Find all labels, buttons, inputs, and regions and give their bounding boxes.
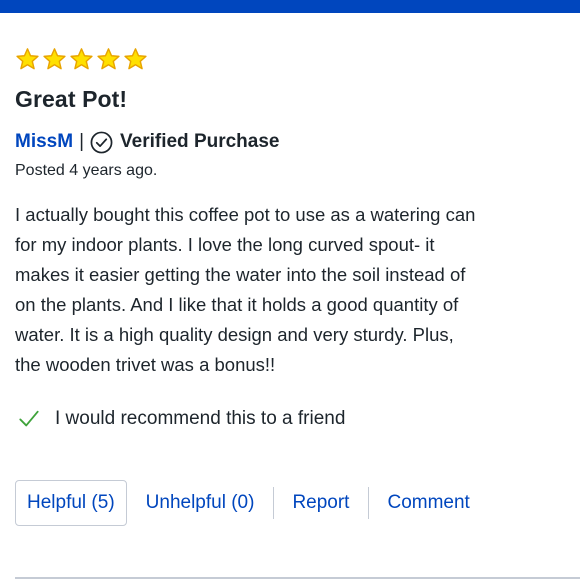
brand-top-bar: [0, 0, 580, 13]
review-title: Great Pot!: [15, 86, 128, 112]
review-body-line: water. It is a high quality design and v…: [15, 324, 454, 345]
review-actions: Helpful (5) Unhelpful (0) Report Comment: [15, 480, 470, 526]
recommend-text: I would recommend this to a friend: [55, 408, 346, 429]
comment-button[interactable]: Comment: [387, 492, 469, 514]
review-body-line: I actually bought this coffee pot to use…: [15, 204, 476, 225]
star-icon: [97, 48, 120, 70]
action-divider: [273, 487, 275, 519]
review-body-line: the wooden trivet was a bonus!!: [15, 354, 276, 375]
star-icon: [43, 48, 66, 70]
helpful-button[interactable]: Helpful (5): [15, 480, 127, 526]
verified-purchase-label: Verified Purchase: [120, 131, 280, 152]
review-body: I actually bought this coffee pot to use…: [15, 200, 565, 380]
star-icon: [124, 48, 147, 70]
star-icon: [70, 48, 93, 70]
recommend-row: I would recommend this to a friend: [18, 405, 345, 433]
star-rating: [15, 47, 148, 73]
byline-separator: |: [79, 131, 85, 152]
posted-date: Posted 4 years ago.: [15, 162, 158, 179]
star-icon: [16, 48, 39, 70]
review-body-line: on the plants. And I like that it holds …: [15, 294, 459, 315]
action-divider: [368, 487, 370, 519]
author-link[interactable]: MissM: [15, 131, 73, 153]
checkmark-icon: [19, 410, 39, 427]
review-body-line: makes it easier getting the water into t…: [15, 264, 466, 285]
report-button[interactable]: Report: [292, 492, 349, 514]
review-byline: MissM | Verified Purchase: [15, 130, 279, 154]
unhelpful-button[interactable]: Unhelpful (0): [146, 492, 255, 514]
review-body-line: for my indoor plants. I love the long cu…: [15, 234, 435, 255]
section-divider: [15, 577, 580, 579]
check-circle-icon: [90, 131, 113, 153]
